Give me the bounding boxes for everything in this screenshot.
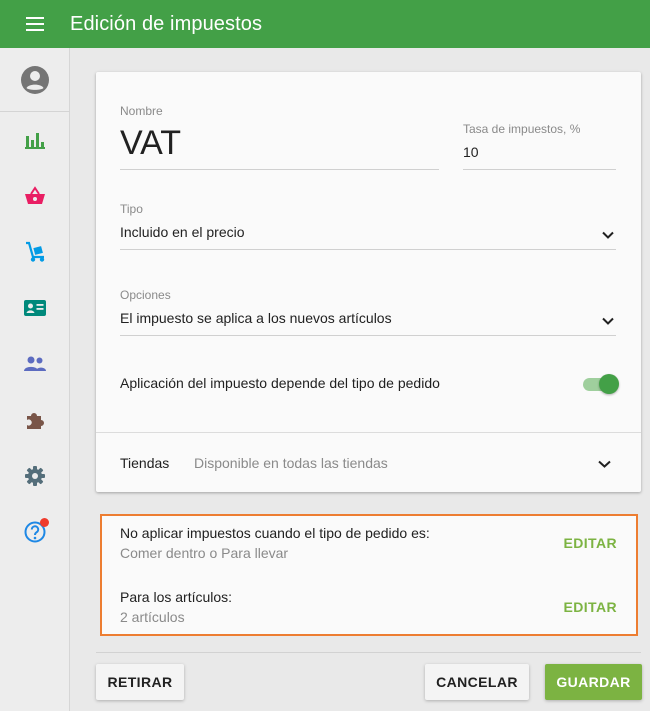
puzzle-icon — [27, 413, 44, 429]
options-select[interactable]: El impuesto se aplica a los nuevos artíc… — [120, 310, 392, 326]
tax-exemption-rules: No aplicar impuestos cuando el tipo de p… — [100, 514, 638, 636]
notification-badge — [40, 518, 49, 527]
sidebar-item-employees[interactable] — [0, 288, 70, 328]
sidebar-item-account[interactable] — [0, 48, 70, 112]
stores-expand-toggle[interactable] — [597, 457, 611, 471]
sidebar — [0, 48, 70, 711]
order-type-rule-value: Comer dentro o Para llevar — [120, 545, 289, 561]
order-type-toggle[interactable] — [581, 374, 619, 394]
options-dropdown-toggle[interactable] — [601, 314, 615, 328]
order-type-rule-title: No aplicar impuestos cuando el tipo de p… — [120, 525, 430, 541]
type-dropdown-toggle[interactable] — [601, 228, 615, 242]
bar-chart-icon — [25, 133, 45, 149]
chevron-down-icon — [602, 231, 614, 239]
id-card-icon — [24, 300, 46, 316]
rate-label: Tasa de impuestos, % — [463, 122, 581, 136]
items-rule-value: 2 artículos — [120, 609, 185, 625]
sidebar-item-sales[interactable] — [0, 176, 70, 216]
people-icon — [24, 356, 46, 371]
save-button[interactable]: GUARDAR — [545, 664, 642, 700]
sidebar-item-reports[interactable] — [0, 120, 70, 160]
edit-order-types-button[interactable]: EDITAR — [564, 535, 617, 551]
items-rule-title: Para los artículos: — [120, 589, 233, 605]
name-underline — [120, 169, 439, 170]
menu-icon — [26, 17, 44, 31]
rate-underline — [463, 169, 616, 170]
account-circle-icon — [21, 65, 49, 94]
rate-input[interactable]: 10 — [463, 144, 479, 160]
toggle-knob — [599, 374, 619, 394]
order-type-toggle-label: Aplicación del impuesto depende del tipo… — [120, 375, 440, 391]
type-underline — [120, 249, 616, 250]
sidebar-item-settings[interactable] — [0, 456, 70, 496]
page-title: Edición de impuestos — [70, 12, 263, 35]
card-divider — [96, 432, 641, 433]
chevron-down-icon — [597, 460, 611, 468]
tax-form-card: Nombre VAT Tasa de impuestos, % 10 Tipo … — [96, 72, 641, 492]
edit-items-button[interactable]: EDITAR — [564, 599, 617, 615]
options-underline — [120, 335, 616, 336]
sidebar-item-inventory[interactable] — [0, 232, 70, 272]
delete-button[interactable]: RETIRAR — [96, 664, 184, 700]
type-select[interactable]: Incluido en el precio — [120, 224, 245, 240]
stores-label: Tiendas — [120, 455, 170, 471]
footer-divider — [96, 652, 641, 653]
name-input[interactable]: VAT — [120, 124, 181, 163]
sidebar-item-help[interactable] — [0, 512, 70, 552]
hand-truck-icon — [26, 241, 45, 262]
type-label: Tipo — [120, 202, 143, 216]
chevron-down-icon — [602, 317, 614, 325]
options-label: Opciones — [120, 288, 171, 302]
top-app-bar: Edición de impuestos — [0, 0, 650, 48]
sidebar-item-integrations[interactable] — [0, 400, 70, 440]
menu-button[interactable] — [0, 0, 70, 48]
gear-icon — [25, 466, 45, 486]
sidebar-item-customers[interactable] — [0, 344, 70, 384]
stores-value: Disponible en todas las tiendas — [194, 455, 388, 471]
cancel-button[interactable]: CANCELAR — [425, 664, 529, 700]
basket-icon — [25, 186, 45, 204]
name-label: Nombre — [120, 104, 163, 118]
